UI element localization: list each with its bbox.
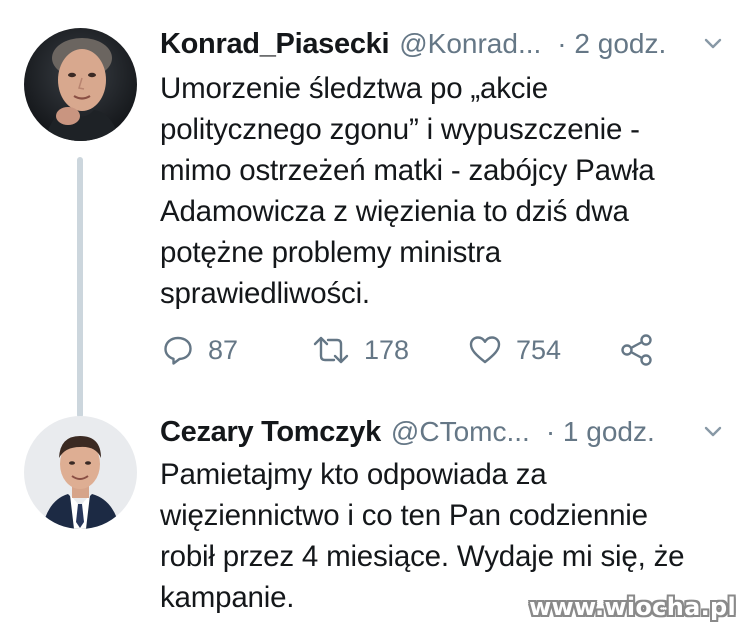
reply-button[interactable]: 87: [162, 330, 238, 370]
retweet-count: 178: [364, 334, 410, 365]
tweet-time[interactable]: · 1 godz.: [546, 416, 655, 448]
tweet-thread: Konrad_Piasecki @Konrad... · 2 godz. Umo…: [0, 0, 750, 631]
tweet-text-line: Umorzenie śledztwa po „akcie: [160, 72, 548, 105]
tweet-text-line: robił przez 4 miesiące. Wydaje mi się, ż…: [160, 540, 685, 573]
author-handle[interactable]: @CTomc...: [391, 416, 530, 448]
tweet-text-line: Pamietajmy kto odpowiada za: [160, 458, 547, 491]
author-name[interactable]: Konrad_Piasecki: [160, 28, 390, 61]
avatar[interactable]: [24, 28, 137, 141]
watermark: www.wiocha.pl: [529, 593, 736, 621]
tweet-text-line: więziennictwo i co ten Pan codziennie: [160, 499, 648, 532]
retweet-button[interactable]: 178: [312, 330, 409, 370]
tweet-text-line: politycznego zgonu” i wypuszczenie -: [160, 113, 640, 146]
tweet-konrad-piasecki[interactable]: Konrad_Piasecki @Konrad... · 2 godz. Umo…: [0, 18, 750, 418]
share-icon: [621, 334, 652, 366]
thread-line: [77, 157, 83, 418]
tweet-header: Konrad_Piasecki @Konrad... · 2 godz.: [160, 24, 730, 64]
like-count: 754: [516, 334, 562, 365]
tweet-text-line: Adamowicza z więzienia to dziś dwa: [160, 195, 629, 228]
tweet-header: Cezary Tomczyk @CTomc... · 1 godz.: [160, 412, 730, 452]
retweet-icon: [313, 336, 349, 364]
tweet-text-line: sprawiedliwości.: [160, 277, 370, 310]
heart-icon: [469, 336, 501, 364]
chevron-down-icon[interactable]: [702, 420, 724, 442]
like-button[interactable]: 754: [468, 330, 561, 370]
tweet-time[interactable]: · 2 godz.: [557, 28, 666, 60]
avatar[interactable]: [24, 416, 137, 529]
tweet-actions: 87 178 754: [160, 330, 680, 370]
reply-count: 87: [208, 334, 239, 365]
author-name[interactable]: Cezary Tomczyk: [160, 416, 381, 449]
author-handle[interactable]: @Konrad...: [399, 28, 541, 60]
tweet-text-line: mimo ostrzeżeń matki - zabójcy Pawła: [160, 154, 655, 187]
tweet-text: Umorzenie śledztwa po „akcie polityczneg…: [160, 68, 725, 314]
reply-icon: [164, 336, 192, 365]
tweet-text-line: potężne problemy ministra: [160, 236, 501, 269]
share-button[interactable]: [620, 330, 668, 370]
chevron-down-icon[interactable]: [702, 32, 724, 54]
